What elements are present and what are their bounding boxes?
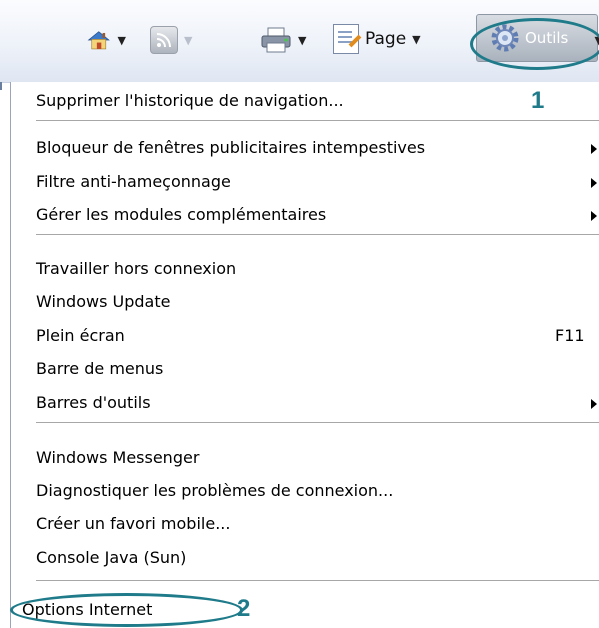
menu-item-windows-update[interactable]: Windows Update: [36, 292, 170, 311]
page-icon: [333, 24, 362, 54]
menu-separator: [36, 120, 599, 122]
menu-item-phishing-filter[interactable]: Filtre anti-hameçonnage: [36, 172, 599, 191]
page-label: Page: [365, 29, 407, 49]
menu-item-java-console[interactable]: Console Java (Sun): [36, 548, 186, 567]
menu-item-create-mobile-favorite[interactable]: Créer un favori mobile...: [36, 514, 230, 533]
menu-item-work-offline[interactable]: Travailler hors connexion: [36, 259, 236, 278]
menu-item-label: Plein écran: [36, 326, 125, 345]
command-bar: ▼ ▼ ▼ Page ▼ Outils ▼: [0, 0, 599, 83]
page-dropdown-icon[interactable]: ▼: [412, 33, 420, 46]
submenu-arrow-icon: [591, 178, 597, 188]
menu-item-popup-blocker[interactable]: Bloqueur de fenêtres publicitaires intem…: [36, 138, 599, 157]
menu-separator: [36, 580, 599, 582]
menu-item-diagnose-connection[interactable]: Diagnostiquer les problèmes de connexion…: [36, 481, 393, 500]
window-edge: [0, 82, 2, 90]
step-1-label: 1: [531, 87, 545, 114]
menu-item-label: Bloqueur de fenêtres publicitaires intem…: [36, 138, 426, 157]
home-button[interactable]: ▼: [86, 24, 126, 56]
home-dropdown-icon[interactable]: ▼: [118, 34, 126, 47]
tools-menu: Supprimer l'historique de navigation... …: [10, 82, 599, 628]
printer-icon: [261, 27, 291, 53]
menu-item-toolbars[interactable]: Barres d'outils: [36, 393, 599, 412]
menu-separator: [36, 234, 599, 236]
feeds-dropdown-icon[interactable]: ▼: [184, 34, 192, 47]
submenu-arrow-icon: [591, 211, 597, 221]
home-icon: [87, 31, 110, 50]
highlight-oval-tools: [470, 18, 599, 70]
menu-item-label: Gérer les modules complémentaires: [36, 205, 327, 224]
menu-item-delete-history[interactable]: Supprimer l'historique de navigation...: [36, 91, 344, 110]
rss-feed-icon: [150, 26, 178, 54]
highlight-oval-internet-options: [10, 593, 243, 627]
print-button[interactable]: ▼: [260, 26, 306, 54]
menu-item-menu-bar[interactable]: Barre de menus: [36, 359, 163, 378]
print-dropdown-icon[interactable]: ▼: [298, 34, 306, 47]
menu-item-label: Barres d'outils: [36, 393, 151, 412]
menu-separator: [36, 422, 599, 424]
menu-item-windows-messenger[interactable]: Windows Messenger: [36, 448, 199, 467]
step-2-label: 2: [237, 595, 251, 622]
submenu-arrow-icon: [591, 399, 597, 409]
menu-item-full-screen[interactable]: Plein écran F11: [36, 326, 599, 345]
menu-item-label: Filtre anti-hameçonnage: [36, 172, 231, 191]
shortcut-f11: F11: [555, 326, 585, 345]
feeds-button[interactable]: ▼: [150, 26, 192, 54]
submenu-arrow-icon: [591, 144, 597, 154]
page-button[interactable]: Page ▼: [333, 24, 421, 54]
menu-item-manage-addons[interactable]: Gérer les modules complémentaires: [36, 205, 599, 224]
